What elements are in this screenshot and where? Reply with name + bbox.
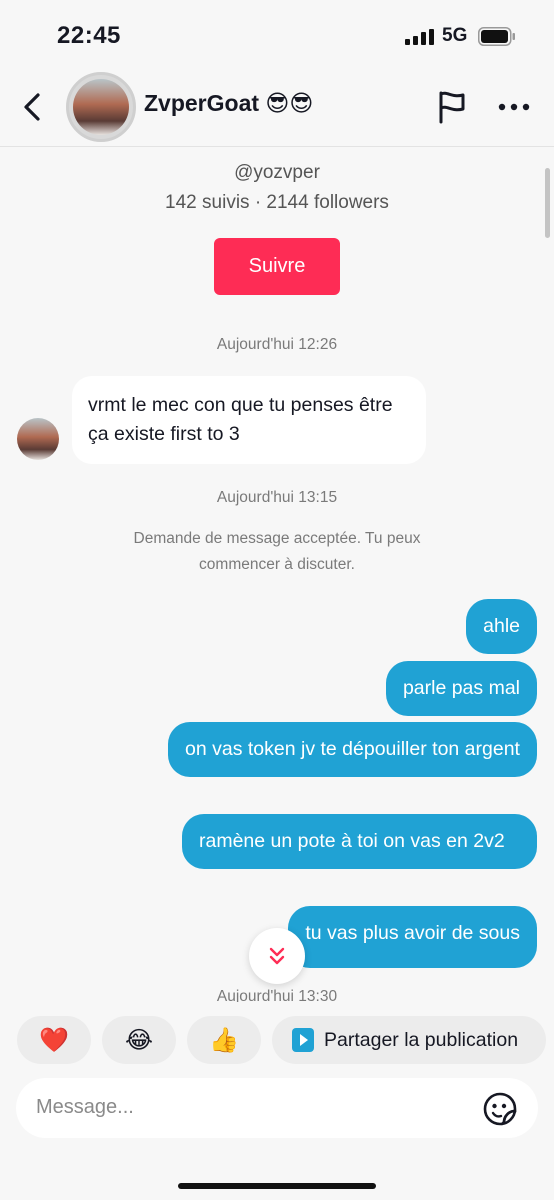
sender-avatar[interactable] — [17, 418, 59, 460]
timestamp: Aujourd'hui 13:15 — [216, 489, 338, 506]
scrollbar[interactable] — [545, 168, 550, 238]
emoji-sticker-icon[interactable] — [482, 1091, 518, 1127]
quick-reply-laugh[interactable]: 😂 — [102, 1016, 176, 1064]
quick-reply-thumbs-up[interactable]: 👍 — [187, 1016, 261, 1064]
profile-handle: @yozvper — [234, 162, 320, 183]
quick-reply-heart[interactable]: ❤️ — [17, 1016, 91, 1064]
status-bar: 22:45 5G — [0, 0, 554, 72]
outgoing-message[interactable]: tu vas plus avoir de sous — [288, 906, 537, 968]
outgoing-message[interactable]: ramène un pote à toi on vas en 2v2 — [182, 814, 537, 869]
outgoing-message[interactable]: on vas token jv te dépouiller ton argent — [168, 722, 537, 777]
system-message-line: commencer à discuter. — [199, 556, 355, 573]
chat-header: ZvperGoat 😎😎 — [0, 72, 554, 147]
timestamp: Aujourd'hui 12:26 — [216, 336, 338, 353]
system-message-line: Demande de message acceptée. Tu peux — [133, 530, 421, 547]
battery-icon — [478, 27, 515, 46]
double-chevron-down-icon — [269, 947, 285, 965]
avatar[interactable] — [66, 72, 136, 142]
message-input[interactable]: Message... — [16, 1078, 538, 1138]
avatar-image — [73, 79, 129, 135]
share-post-icon — [292, 1028, 314, 1052]
incoming-message[interactable]: vrmt le mec con que tu penses être ça ex… — [72, 376, 426, 464]
network-type: 5G — [442, 25, 468, 46]
share-post-label: Partager la publication — [324, 1029, 519, 1051]
back-arrow-icon[interactable] — [20, 92, 46, 122]
outgoing-message[interactable]: ahle — [466, 599, 537, 654]
signal-bars-icon — [405, 29, 434, 45]
status-time: 22:45 — [57, 22, 121, 49]
message-placeholder: Message... — [36, 1096, 134, 1118]
follow-button[interactable]: Suivre — [214, 238, 340, 295]
flag-icon[interactable] — [436, 90, 468, 124]
outgoing-message[interactable]: parle pas mal — [385, 661, 537, 716]
header-title[interactable]: ZvperGoat 😎😎 — [144, 90, 313, 117]
share-post-button[interactable]: Partager la publication — [272, 1016, 546, 1064]
scroll-to-bottom-button[interactable] — [249, 928, 305, 984]
more-dots-icon[interactable] — [498, 102, 530, 112]
profile-stats: 142 suivis · 2144 followers — [165, 192, 389, 213]
home-indicator — [178, 1183, 376, 1189]
